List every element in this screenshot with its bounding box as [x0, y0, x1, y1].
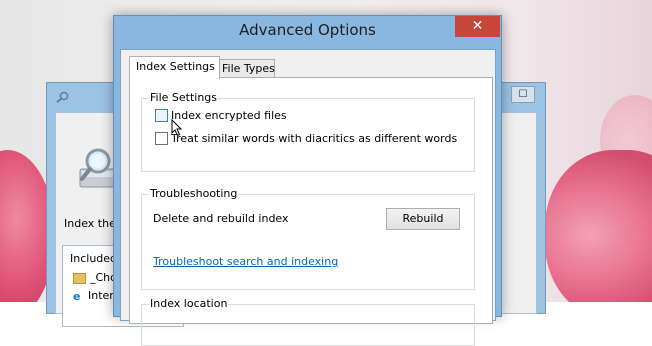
maximize-button[interactable]: ☐: [511, 86, 535, 103]
folder-icon: [73, 272, 86, 284]
flower-decoration-right: [545, 150, 652, 302]
treat-diacritics-checkbox[interactable]: [155, 131, 168, 145]
troubleshooting-group: Troubleshooting Delete and rebuild index…: [141, 187, 475, 290]
dialog-client: Index Settings File Types File Settings …: [120, 49, 496, 346]
tab-file-types[interactable]: File Types: [215, 59, 275, 78]
dialog-title: Advanced Options: [239, 21, 376, 39]
file-settings-legend: File Settings: [149, 91, 219, 104]
included-column-header: Included: [70, 252, 118, 265]
indexing-app-icon: [56, 91, 70, 106]
internet-explorer-icon: e: [73, 289, 81, 303]
mouse-pointer-icon: [171, 119, 183, 137]
tab-index-settings[interactable]: Index Settings: [129, 56, 220, 79]
treat-diacritics-option[interactable]: Treat similar words with diacritics as d…: [155, 131, 458, 146]
troubleshooting-legend: Troubleshooting: [149, 187, 239, 200]
index-settings-panel: File Settings Index encrypted files Trea…: [129, 77, 493, 346]
index-encrypted-files-label: Index encrypted files: [171, 109, 287, 122]
index-encrypted-files-checkbox[interactable]: [155, 108, 168, 122]
rebuild-button[interactable]: Rebuild: [386, 208, 460, 230]
index-location-group: Index location: [141, 297, 475, 346]
file-settings-group: File Settings Index encrypted files Trea…: [141, 91, 475, 172]
troubleshoot-search-link[interactable]: Troubleshoot search and indexing: [153, 255, 338, 268]
treat-diacritics-label: Treat similar words with diacritics as d…: [171, 132, 458, 145]
index-location-legend: Index location: [149, 297, 229, 310]
close-button[interactable]: ✕: [455, 16, 500, 37]
delete-rebuild-label: Delete and rebuild index: [153, 212, 289, 225]
advanced-options-dialog: Advanced Options ✕ Index Settings File T…: [113, 15, 502, 346]
